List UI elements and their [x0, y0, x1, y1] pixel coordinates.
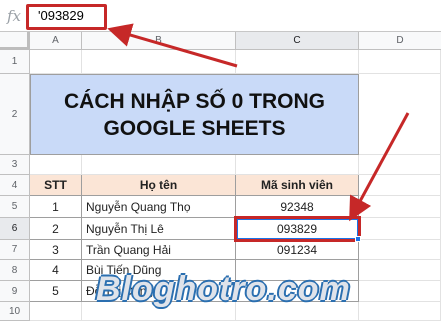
arrow-to-formula-bar [107, 23, 238, 68]
watermark-logo: Bloghotro.com [96, 270, 351, 308]
arrow-to-cell [349, 112, 410, 222]
